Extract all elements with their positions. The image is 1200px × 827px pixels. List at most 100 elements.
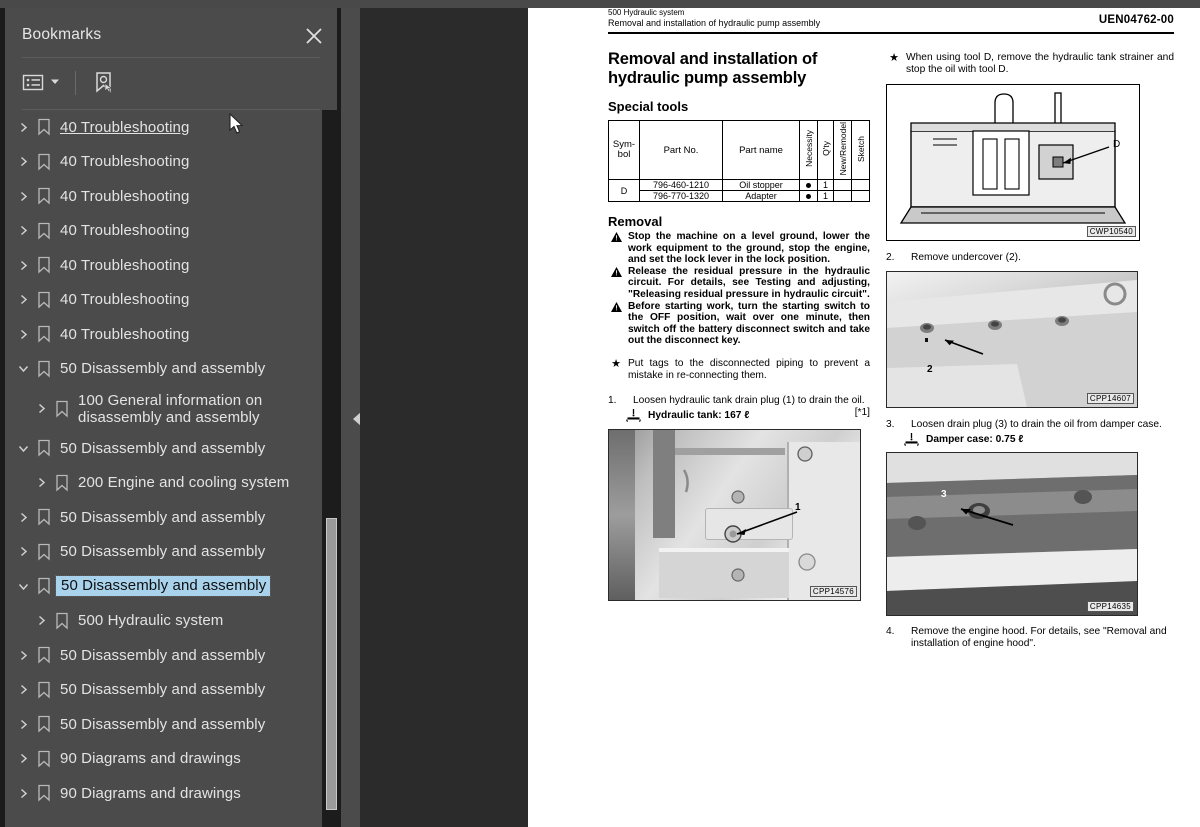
header-doc-code: UEN04762-00 bbox=[1098, 14, 1174, 26]
warning-text: Stop the machine on a level ground, lowe… bbox=[628, 231, 870, 266]
page-running-header: 500 Hydraulic system Removal and install… bbox=[608, 8, 1174, 29]
chevron-right-icon[interactable] bbox=[13, 259, 33, 272]
bookmark-icon bbox=[33, 153, 55, 171]
pdf-reader-window: Bookmarks 40 Troubleshooting 40 Troubles… bbox=[0, 0, 1200, 827]
mouse-cursor bbox=[229, 112, 245, 140]
chevron-right-icon[interactable] bbox=[13, 683, 33, 696]
header-rule bbox=[608, 32, 1174, 34]
cell-part-name: Oil stopper bbox=[722, 179, 800, 191]
close-icon[interactable] bbox=[303, 25, 325, 47]
chevron-right-icon[interactable] bbox=[13, 293, 33, 306]
chevron-right-icon[interactable] bbox=[13, 511, 33, 524]
step-item: 4. Remove the engine hood. For details, … bbox=[886, 626, 1174, 650]
bookmark-item[interactable]: 40 Troubleshooting bbox=[5, 283, 327, 318]
bookmark-item[interactable]: 200 Engine and cooling system bbox=[5, 466, 327, 501]
bookmark-icon bbox=[33, 439, 55, 457]
chevron-right-icon[interactable] bbox=[31, 614, 51, 627]
warning-triangle-icon bbox=[609, 266, 623, 281]
bookmark-icon bbox=[33, 750, 55, 768]
new-bookmark-icon[interactable] bbox=[91, 66, 117, 100]
bookmark-options-icon[interactable] bbox=[22, 66, 61, 100]
bookmark-icon bbox=[51, 400, 73, 418]
figure-callout: 3 bbox=[941, 488, 947, 500]
note-text: When using tool D, remove the hydraulic … bbox=[906, 52, 1174, 75]
chevron-right-icon[interactable] bbox=[13, 121, 33, 134]
bookmark-item[interactable]: 50 Disassembly and assembly bbox=[5, 707, 327, 742]
bookmark-item-label: 50 Disassembly and assembly bbox=[60, 715, 266, 733]
step-number: 3. bbox=[886, 418, 895, 430]
capacity-text: Hydraulic tank: 167 ℓ bbox=[648, 409, 750, 421]
figure-hydraulic-tank-drain-plug[interactable]: 1 CPP14576 bbox=[608, 428, 861, 601]
bookmark-tree[interactable]: 40 Troubleshooting 40 Troubleshooting 40 T… bbox=[5, 110, 327, 825]
figure-undercover[interactable]: 2 CPP14607 bbox=[886, 270, 1138, 408]
bookmark-item[interactable]: 50 Disassembly and assembly bbox=[5, 352, 327, 387]
figure-code: CPP14576 bbox=[809, 585, 857, 597]
chevron-right-icon[interactable] bbox=[13, 718, 33, 731]
chevron-down-icon[interactable] bbox=[13, 580, 33, 593]
bookmarks-toolbar bbox=[22, 66, 117, 104]
note-item: ★ Put tags to the disconnected piping to… bbox=[608, 358, 870, 382]
cell-necessity bbox=[799, 190, 818, 202]
chevron-down-icon[interactable] bbox=[13, 442, 33, 455]
bookmark-item[interactable]: 40 Troubleshooting bbox=[5, 145, 327, 180]
bookmarks-scrollbar-thumb[interactable] bbox=[326, 518, 337, 810]
chevron-right-icon[interactable] bbox=[13, 787, 33, 800]
capacity-line: Hydraulic tank: 167 ℓ bbox=[608, 408, 870, 422]
bookmark-item[interactable]: 50 Disassembly and assembly bbox=[5, 431, 327, 466]
special-tools-table: Sym-bol Part No. Part name Necessity Q't… bbox=[608, 120, 870, 202]
bookmark-item[interactable]: 50 Disassembly and assembly bbox=[5, 535, 327, 570]
chevron-right-icon[interactable] bbox=[13, 328, 33, 341]
chevron-right-icon[interactable] bbox=[13, 752, 33, 765]
bookmark-item-label: 90 Diagrams and drawings bbox=[60, 784, 241, 802]
step-text: Loosen drain plug (3) to drain the oil f… bbox=[911, 418, 1162, 430]
chevron-right-icon[interactable] bbox=[13, 224, 33, 237]
warning-text: Before starting work, turn the starting … bbox=[628, 300, 870, 347]
bookmark-icon bbox=[33, 291, 55, 309]
cell-part-no: 796-460-1210 bbox=[639, 179, 723, 191]
step-item: 1. Loosen hydraulic tank drain plug (1) … bbox=[608, 395, 870, 418]
bookmark-icon bbox=[51, 474, 73, 492]
chevron-right-icon[interactable] bbox=[31, 476, 51, 489]
capacity-text: Damper case: 0.75 ℓ bbox=[926, 433, 1024, 445]
bookmark-item[interactable]: 40 Troubleshooting bbox=[5, 214, 327, 249]
bookmark-item[interactable]: 50 Disassembly and assembly bbox=[5, 638, 327, 673]
bookmark-item-label: 40 Troubleshooting bbox=[60, 118, 190, 136]
chevron-right-icon[interactable] bbox=[13, 545, 33, 558]
document-page[interactable]: 500 Hydraulic system Removal and install… bbox=[528, 8, 1200, 827]
chevron-right-icon[interactable] bbox=[13, 155, 33, 168]
bookmark-icon bbox=[33, 681, 55, 699]
bookmark-item[interactable]: 90 Diagrams and drawings bbox=[5, 742, 327, 777]
oil-drain-icon bbox=[626, 408, 641, 426]
bookmark-icon bbox=[33, 646, 55, 664]
chevron-down-icon[interactable] bbox=[13, 362, 33, 375]
toolbar-divider bbox=[75, 71, 77, 95]
figure-code: CPP14607 bbox=[1086, 392, 1134, 404]
bookmark-icon bbox=[33, 543, 55, 561]
chevron-right-icon[interactable] bbox=[13, 649, 33, 662]
bookmark-icon bbox=[33, 187, 55, 205]
chevron-right-icon[interactable] bbox=[31, 402, 51, 415]
th-necessity: Necessity bbox=[799, 120, 818, 180]
bookmark-icon bbox=[33, 508, 55, 526]
bookmark-item[interactable]: 50 Disassembly and assembly bbox=[5, 569, 327, 604]
bookmark-item[interactable]: 50 Disassembly and assembly bbox=[5, 500, 327, 535]
figure-hydraulic-tank-strainer[interactable]: D CWP10540 bbox=[886, 83, 1140, 241]
chevron-right-icon[interactable] bbox=[13, 190, 33, 203]
bookmark-icon bbox=[33, 360, 55, 378]
bookmark-item[interactable]: 40 Troubleshooting bbox=[5, 248, 327, 283]
bookmark-item[interactable]: 40 Troubleshooting bbox=[5, 110, 327, 145]
bookmark-item[interactable]: 500 Hydraulic system bbox=[5, 604, 327, 639]
bookmark-item[interactable]: 40 Troubleshooting bbox=[5, 179, 327, 214]
figure-damper-case-drain-plug[interactable]: 3 CPP14635 bbox=[886, 451, 1138, 616]
table-row: D 796-460-1210 Oil stopper 1 bbox=[608, 179, 870, 202]
bookmark-item[interactable]: 100 General information on disassembly a… bbox=[5, 386, 327, 431]
cell-necessity bbox=[799, 179, 818, 191]
bookmark-item-label: 40 Troubleshooting bbox=[60, 153, 190, 171]
cell-sketch bbox=[851, 179, 870, 191]
bookmark-item[interactable]: 90 Diagrams and drawings bbox=[5, 776, 327, 811]
step-list-right: 2. Remove undercover (2). bbox=[886, 252, 1174, 264]
cell-part-no: 796-770-1320 bbox=[639, 190, 723, 202]
step-number: 2. bbox=[886, 251, 895, 263]
bookmark-item[interactable]: 50 Disassembly and assembly bbox=[5, 673, 327, 708]
bookmark-item[interactable]: 40 Troubleshooting bbox=[5, 317, 327, 352]
